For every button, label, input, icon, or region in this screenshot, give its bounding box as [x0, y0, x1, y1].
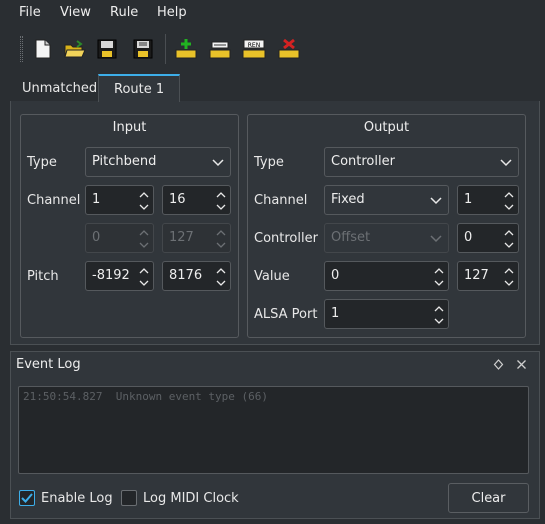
clear-button[interactable]: Clear	[448, 483, 529, 513]
menu-file[interactable]: File	[19, 5, 41, 20]
save-as-icon[interactable]	[129, 35, 157, 63]
spin-arrows-icon	[139, 230, 149, 248]
edit-rule-icon[interactable]	[206, 35, 234, 63]
input-pitch-max-value: 8176	[169, 268, 203, 283]
output-controller-spinbox[interactable]: 0	[457, 223, 519, 253]
input-row3-min-value: 0	[92, 230, 101, 245]
input-row3-min-spinbox: 0	[85, 223, 154, 253]
toolbar-separator	[165, 34, 166, 64]
spin-arrows-icon[interactable]	[139, 265, 149, 289]
output-alsa-port-spinbox[interactable]: 1	[324, 299, 449, 329]
input-channel-min-spinbox[interactable]: 1	[85, 185, 154, 215]
output-controller-mode-combo: Offset	[324, 223, 449, 253]
menu-view[interactable]: View	[60, 5, 91, 20]
output-value-min: 0	[331, 268, 340, 283]
spin-arrows-icon[interactable]	[504, 227, 514, 251]
chevron-down-icon	[212, 159, 224, 167]
enable-log-checkbox[interactable]	[19, 490, 35, 506]
output-type-label: Type	[254, 155, 284, 170]
clear-button-label: Clear	[471, 490, 506, 506]
spin-arrows-icon[interactable]	[504, 189, 514, 213]
menu-help[interactable]: Help	[157, 5, 187, 20]
output-value-max-spinbox[interactable]: 127	[457, 261, 519, 291]
rename-rule-icon[interactable]: REN	[240, 35, 268, 63]
input-channel-min-value: 1	[92, 192, 101, 207]
event-log-title: Event Log	[16, 357, 81, 372]
input-group-title: Input	[112, 120, 147, 135]
output-controller-value: 0	[464, 230, 473, 245]
output-value-label: Value	[254, 269, 290, 284]
output-value-min-spinbox[interactable]: 0	[324, 261, 449, 291]
output-channel-mode-combo[interactable]: Fixed	[324, 185, 449, 215]
tab-route-1[interactable]: Route 1	[98, 74, 181, 102]
event-log-output[interactable]: 21:50:54.827 Unknown event type (66)	[18, 386, 529, 474]
input-row3-max-value: 127	[169, 230, 194, 245]
tab-route-1-label: Route 1	[114, 81, 165, 97]
input-pitch-min-spinbox[interactable]: -8192	[85, 261, 154, 291]
output-alsa-port-label: ALSA Port	[254, 307, 318, 322]
open-folder-icon[interactable]	[61, 35, 89, 63]
new-file-icon[interactable]	[29, 35, 57, 63]
enable-log-label[interactable]: Enable Log	[41, 491, 113, 506]
output-type-combo[interactable]: Controller	[324, 147, 519, 177]
save-icon[interactable]	[93, 35, 121, 63]
event-log-entry: 21:50:54.827 Unknown event type (66)	[23, 390, 269, 403]
log-midi-clock-checkbox[interactable]	[121, 490, 137, 506]
output-controller-label: Controller	[254, 231, 318, 246]
menu-rule[interactable]: Rule	[110, 5, 138, 20]
spin-arrows-icon[interactable]	[434, 265, 444, 289]
spin-arrows-icon[interactable]	[504, 265, 514, 289]
output-channel-mode-value: Fixed	[331, 192, 365, 207]
input-channel-max-spinbox[interactable]: 16	[162, 185, 231, 215]
spin-arrows-icon[interactable]	[216, 265, 226, 289]
input-pitch-label: Pitch	[27, 269, 59, 284]
chevron-down-icon	[430, 197, 442, 205]
input-row3-max-spinbox: 127	[162, 223, 231, 253]
spin-arrows-icon[interactable]	[139, 189, 149, 213]
output-controller-mode-value: Offset	[331, 230, 371, 245]
rename-badge: REN	[248, 42, 260, 49]
output-group-title: Output	[363, 120, 410, 135]
tab-unmatched[interactable]: Unmatched	[10, 74, 109, 102]
input-type-value: Pitchbend	[92, 154, 157, 169]
input-type-label: Type	[27, 155, 57, 170]
menubar: File View Rule Help	[0, 0, 545, 26]
input-pitch-min-value: -8192	[92, 268, 130, 283]
input-type-combo[interactable]: Pitchbend	[85, 147, 231, 177]
spin-arrows-icon	[216, 230, 226, 248]
log-midi-clock-label[interactable]: Log MIDI Clock	[143, 491, 239, 506]
chevron-down-icon	[500, 159, 512, 167]
output-channel-value: 1	[464, 192, 473, 207]
tab-unmatched-label: Unmatched	[22, 80, 98, 96]
output-channel-spinbox[interactable]: 1	[457, 185, 519, 215]
checkmark-icon	[21, 493, 33, 503]
input-channel-label: Channel	[27, 193, 81, 208]
output-value-max: 127	[464, 268, 489, 283]
delete-rule-icon[interactable]	[275, 35, 303, 63]
input-channel-max-value: 16	[169, 192, 186, 207]
close-dock-icon[interactable]	[516, 359, 527, 370]
output-type-value: Controller	[331, 154, 395, 169]
chevron-down-icon	[430, 235, 442, 243]
spin-arrows-icon[interactable]	[216, 189, 226, 213]
output-alsa-port-value: 1	[331, 306, 340, 321]
spin-arrows-icon[interactable]	[434, 303, 444, 327]
add-rule-icon[interactable]	[172, 35, 200, 63]
input-pitch-max-spinbox[interactable]: 8176	[162, 261, 231, 291]
output-channel-label: Channel	[254, 193, 308, 208]
float-dock-icon[interactable]	[493, 359, 504, 370]
toolbar-handle[interactable]	[20, 36, 23, 62]
